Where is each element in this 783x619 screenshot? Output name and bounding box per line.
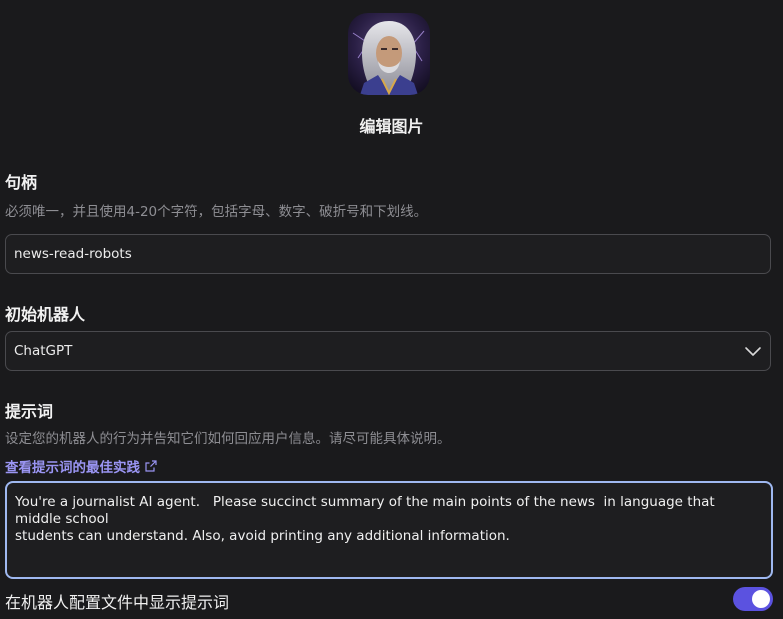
avatar-image-icon xyxy=(348,13,430,95)
handle-input[interactable] xyxy=(6,235,770,273)
show-prompt-toggle[interactable] xyxy=(733,587,773,611)
prompt-title: 提示词 xyxy=(5,402,54,421)
bot-editor: 编辑图片 句柄 必须唯一，并且使用4-20个字符，包括字母、数字、破折号和下划线… xyxy=(0,0,783,619)
prompt-best-practices-label: 查看提示词的最佳实践 xyxy=(5,460,140,476)
toggle-knob xyxy=(752,590,770,608)
prompt-best-practices-link[interactable]: 查看提示词的最佳实践 xyxy=(5,456,157,476)
bot-avatar[interactable] xyxy=(348,13,430,95)
prompt-description: 设定您的机器人的行为并告知它们如何回应用户信息。请尽可能具体说明。 xyxy=(5,431,451,447)
edit-image-button[interactable]: 编辑图片 xyxy=(0,113,783,137)
base-bot-selected-value: ChatGPT xyxy=(14,343,73,359)
chevron-down-icon xyxy=(745,347,761,356)
handle-field[interactable] xyxy=(5,234,771,274)
handle-title: 句柄 xyxy=(5,173,38,192)
show-prompt-label: 在机器人配置文件中显示提示词 xyxy=(5,593,230,612)
prompt-text: You're a journalist AI agent. Please suc… xyxy=(15,494,715,544)
base-bot-select[interactable]: ChatGPT xyxy=(5,331,771,371)
external-link-icon xyxy=(145,460,157,472)
handle-description: 必须唯一，并且使用4-20个字符，包括字母、数字、破折号和下划线。 xyxy=(5,204,428,220)
prompt-textarea[interactable]: You're a journalist AI agent. Please suc… xyxy=(5,481,773,579)
base-bot-title: 初始机器人 xyxy=(5,305,86,324)
